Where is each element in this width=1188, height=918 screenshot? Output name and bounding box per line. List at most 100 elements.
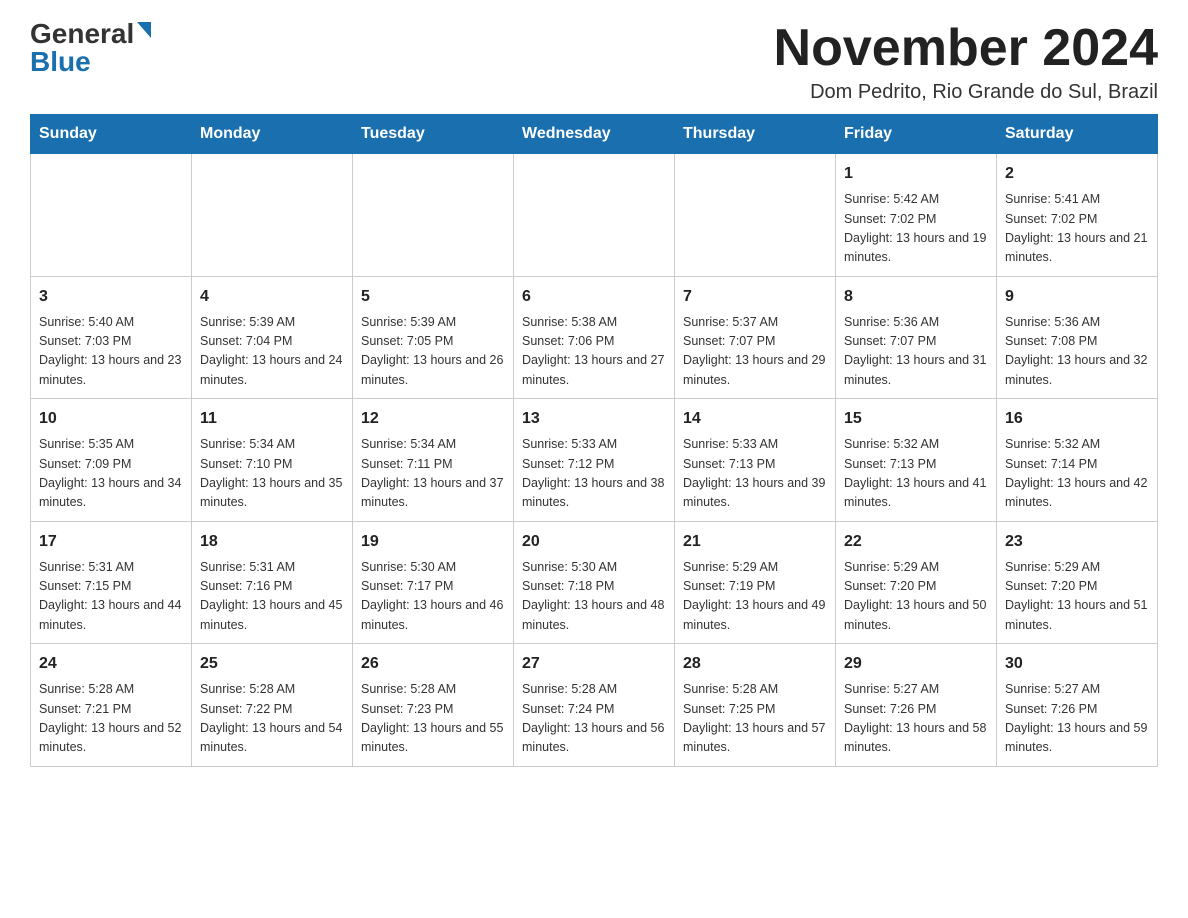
day-info: Sunrise: 5:28 AM Sunset: 7:22 PM Dayligh… (200, 680, 344, 758)
weekday-header-saturday: Saturday (997, 115, 1158, 154)
logo: General Blue (30, 20, 151, 76)
day-number: 16 (1005, 407, 1149, 431)
day-number: 24 (39, 652, 183, 676)
day-info: Sunrise: 5:30 AM Sunset: 7:17 PM Dayligh… (361, 558, 505, 636)
day-number: 9 (1005, 285, 1149, 309)
calendar-cell: 27Sunrise: 5:28 AM Sunset: 7:24 PM Dayli… (514, 644, 675, 767)
day-info: Sunrise: 5:28 AM Sunset: 7:21 PM Dayligh… (39, 680, 183, 758)
day-number: 1 (844, 162, 988, 186)
calendar-table: SundayMondayTuesdayWednesdayThursdayFrid… (30, 114, 1158, 767)
day-info: Sunrise: 5:31 AM Sunset: 7:16 PM Dayligh… (200, 558, 344, 636)
day-number: 7 (683, 285, 827, 309)
calendar-week-row: 1 Sunrise: 5:42 AM Sunset: 7:02 PM Daylig… (31, 154, 1158, 277)
weekday-header-sunday: Sunday (31, 115, 192, 154)
day-info: Sunrise: 5:29 AM Sunset: 7:20 PM Dayligh… (844, 558, 988, 636)
day-number: 8 (844, 285, 988, 309)
calendar-cell: 12 Sunrise: 5:34 AM Sunset: 7:11 PM Dayli… (353, 399, 514, 522)
page-title: November 2024 (774, 20, 1158, 77)
calendar-cell: 16Sunrise: 5:32 AM Sunset: 7:14 PM Dayli… (997, 399, 1158, 522)
day-number: 21 (683, 530, 827, 554)
calendar-cell: 6 Sunrise: 5:38 AM Sunset: 7:06 PM Daylig… (514, 276, 675, 399)
calendar-cell: 19 Sunrise: 5:30 AM Sunset: 7:17 PM Dayli… (353, 521, 514, 644)
calendar-cell: 7Sunrise: 5:37 AM Sunset: 7:07 PM Daylig… (675, 276, 836, 399)
day-number: 17 (39, 530, 183, 554)
calendar-cell: 11Sunrise: 5:34 AM Sunset: 7:10 PM Dayli… (192, 399, 353, 522)
day-info: Sunrise: 5:38 AM Sunset: 7:06 PM Dayligh… (522, 313, 666, 391)
calendar-week-row: 10 Sunrise: 5:35 AM Sunset: 7:09 PM Dayli… (31, 399, 1158, 522)
day-info: Sunrise: 5:40 AM Sunset: 7:03 PM Dayligh… (39, 313, 183, 391)
day-number: 26 (361, 652, 505, 676)
day-info: Sunrise: 5:42 AM Sunset: 7:02 PM Dayligh… (844, 190, 988, 268)
day-number: 5 (361, 285, 505, 309)
day-number: 23 (1005, 530, 1149, 554)
day-info: Sunrise: 5:29 AM Sunset: 7:20 PM Dayligh… (1005, 558, 1149, 636)
weekday-header-tuesday: Tuesday (353, 115, 514, 154)
day-info: Sunrise: 5:27 AM Sunset: 7:26 PM Dayligh… (1005, 680, 1149, 758)
day-info: Sunrise: 5:36 AM Sunset: 7:08 PM Dayligh… (1005, 313, 1149, 391)
calendar-cell: 28 Sunrise: 5:28 AM Sunset: 7:25 PM Dayli… (675, 644, 836, 767)
calendar-cell (353, 154, 514, 277)
calendar-cell: 1 Sunrise: 5:42 AM Sunset: 7:02 PM Daylig… (836, 154, 997, 277)
day-info: Sunrise: 5:33 AM Sunset: 7:12 PM Dayligh… (522, 435, 666, 513)
calendar-cell: 18Sunrise: 5:31 AM Sunset: 7:16 PM Dayli… (192, 521, 353, 644)
weekday-header-wednesday: Wednesday (514, 115, 675, 154)
day-number: 28 (683, 652, 827, 676)
logo-triangle-icon (137, 22, 151, 43)
calendar-cell (31, 154, 192, 277)
day-info: Sunrise: 5:27 AM Sunset: 7:26 PM Dayligh… (844, 680, 988, 758)
day-number: 20 (522, 530, 666, 554)
day-number: 14 (683, 407, 827, 431)
day-number: 22 (844, 530, 988, 554)
day-number: 29 (844, 652, 988, 676)
day-info: Sunrise: 5:28 AM Sunset: 7:23 PM Dayligh… (361, 680, 505, 758)
calendar-week-row: 17 Sunrise: 5:31 AM Sunset: 7:15 PM Dayli… (31, 521, 1158, 644)
day-info: Sunrise: 5:39 AM Sunset: 7:04 PM Dayligh… (200, 313, 344, 391)
day-info: Sunrise: 5:29 AM Sunset: 7:19 PM Dayligh… (683, 558, 827, 636)
day-info: Sunrise: 5:30 AM Sunset: 7:18 PM Dayligh… (522, 558, 666, 636)
calendar-cell: 5 Sunrise: 5:39 AM Sunset: 7:05 PM Daylig… (353, 276, 514, 399)
calendar-cell: 25 Sunrise: 5:28 AM Sunset: 7:22 PM Dayli… (192, 644, 353, 767)
day-info: Sunrise: 5:35 AM Sunset: 7:09 PM Dayligh… (39, 435, 183, 513)
day-number: 11 (200, 407, 344, 431)
day-info: Sunrise: 5:39 AM Sunset: 7:05 PM Dayligh… (361, 313, 505, 391)
day-number: 25 (200, 652, 344, 676)
calendar-cell: 15Sunrise: 5:32 AM Sunset: 7:13 PM Dayli… (836, 399, 997, 522)
header-area: General Blue November 2024 Dom Pedrito, … (30, 20, 1158, 104)
weekday-header-thursday: Thursday (675, 115, 836, 154)
day-number: 4 (200, 285, 344, 309)
day-info: Sunrise: 5:28 AM Sunset: 7:24 PM Dayligh… (522, 680, 666, 758)
calendar-cell (514, 154, 675, 277)
calendar-cell: 20 Sunrise: 5:30 AM Sunset: 7:18 PM Dayli… (514, 521, 675, 644)
calendar-cell: 4 Sunrise: 5:39 AM Sunset: 7:04 PM Daylig… (192, 276, 353, 399)
day-number: 30 (1005, 652, 1149, 676)
day-info: Sunrise: 5:41 AM Sunset: 7:02 PM Dayligh… (1005, 190, 1149, 268)
calendar-cell: 3 Sunrise: 5:40 AM Sunset: 7:03 PM Daylig… (31, 276, 192, 399)
day-info: Sunrise: 5:28 AM Sunset: 7:25 PM Dayligh… (683, 680, 827, 758)
calendar-week-row: 3 Sunrise: 5:40 AM Sunset: 7:03 PM Daylig… (31, 276, 1158, 399)
title-area: November 2024 Dom Pedrito, Rio Grande do… (774, 20, 1158, 104)
day-number: 10 (39, 407, 183, 431)
logo-blue-text: Blue (30, 48, 91, 76)
day-number: 19 (361, 530, 505, 554)
day-info: Sunrise: 5:34 AM Sunset: 7:11 PM Dayligh… (361, 435, 505, 513)
day-info: Sunrise: 5:36 AM Sunset: 7:07 PM Dayligh… (844, 313, 988, 391)
calendar-cell (192, 154, 353, 277)
calendar-cell: 14 Sunrise: 5:33 AM Sunset: 7:13 PM Dayli… (675, 399, 836, 522)
calendar-cell: 17 Sunrise: 5:31 AM Sunset: 7:15 PM Dayli… (31, 521, 192, 644)
page-subtitle: Dom Pedrito, Rio Grande do Sul, Brazil (774, 81, 1158, 104)
calendar-cell: 8 Sunrise: 5:36 AM Sunset: 7:07 PM Daylig… (836, 276, 997, 399)
weekday-header-monday: Monday (192, 115, 353, 154)
day-info: Sunrise: 5:32 AM Sunset: 7:13 PM Dayligh… (844, 435, 988, 513)
day-info: Sunrise: 5:33 AM Sunset: 7:13 PM Dayligh… (683, 435, 827, 513)
day-number: 6 (522, 285, 666, 309)
calendar-cell: 9 Sunrise: 5:36 AM Sunset: 7:08 PM Daylig… (997, 276, 1158, 399)
day-number: 2 (1005, 162, 1149, 186)
day-info: Sunrise: 5:31 AM Sunset: 7:15 PM Dayligh… (39, 558, 183, 636)
calendar-cell: 30 Sunrise: 5:27 AM Sunset: 7:26 PM Dayli… (997, 644, 1158, 767)
calendar-cell: 2 Sunrise: 5:41 AM Sunset: 7:02 PM Daylig… (997, 154, 1158, 277)
calendar-week-row: 24 Sunrise: 5:28 AM Sunset: 7:21 PM Dayli… (31, 644, 1158, 767)
calendar-cell: 21 Sunrise: 5:29 AM Sunset: 7:19 PM Dayli… (675, 521, 836, 644)
day-number: 3 (39, 285, 183, 309)
day-number: 12 (361, 407, 505, 431)
calendar-cell: 29 Sunrise: 5:27 AM Sunset: 7:26 PM Dayli… (836, 644, 997, 767)
